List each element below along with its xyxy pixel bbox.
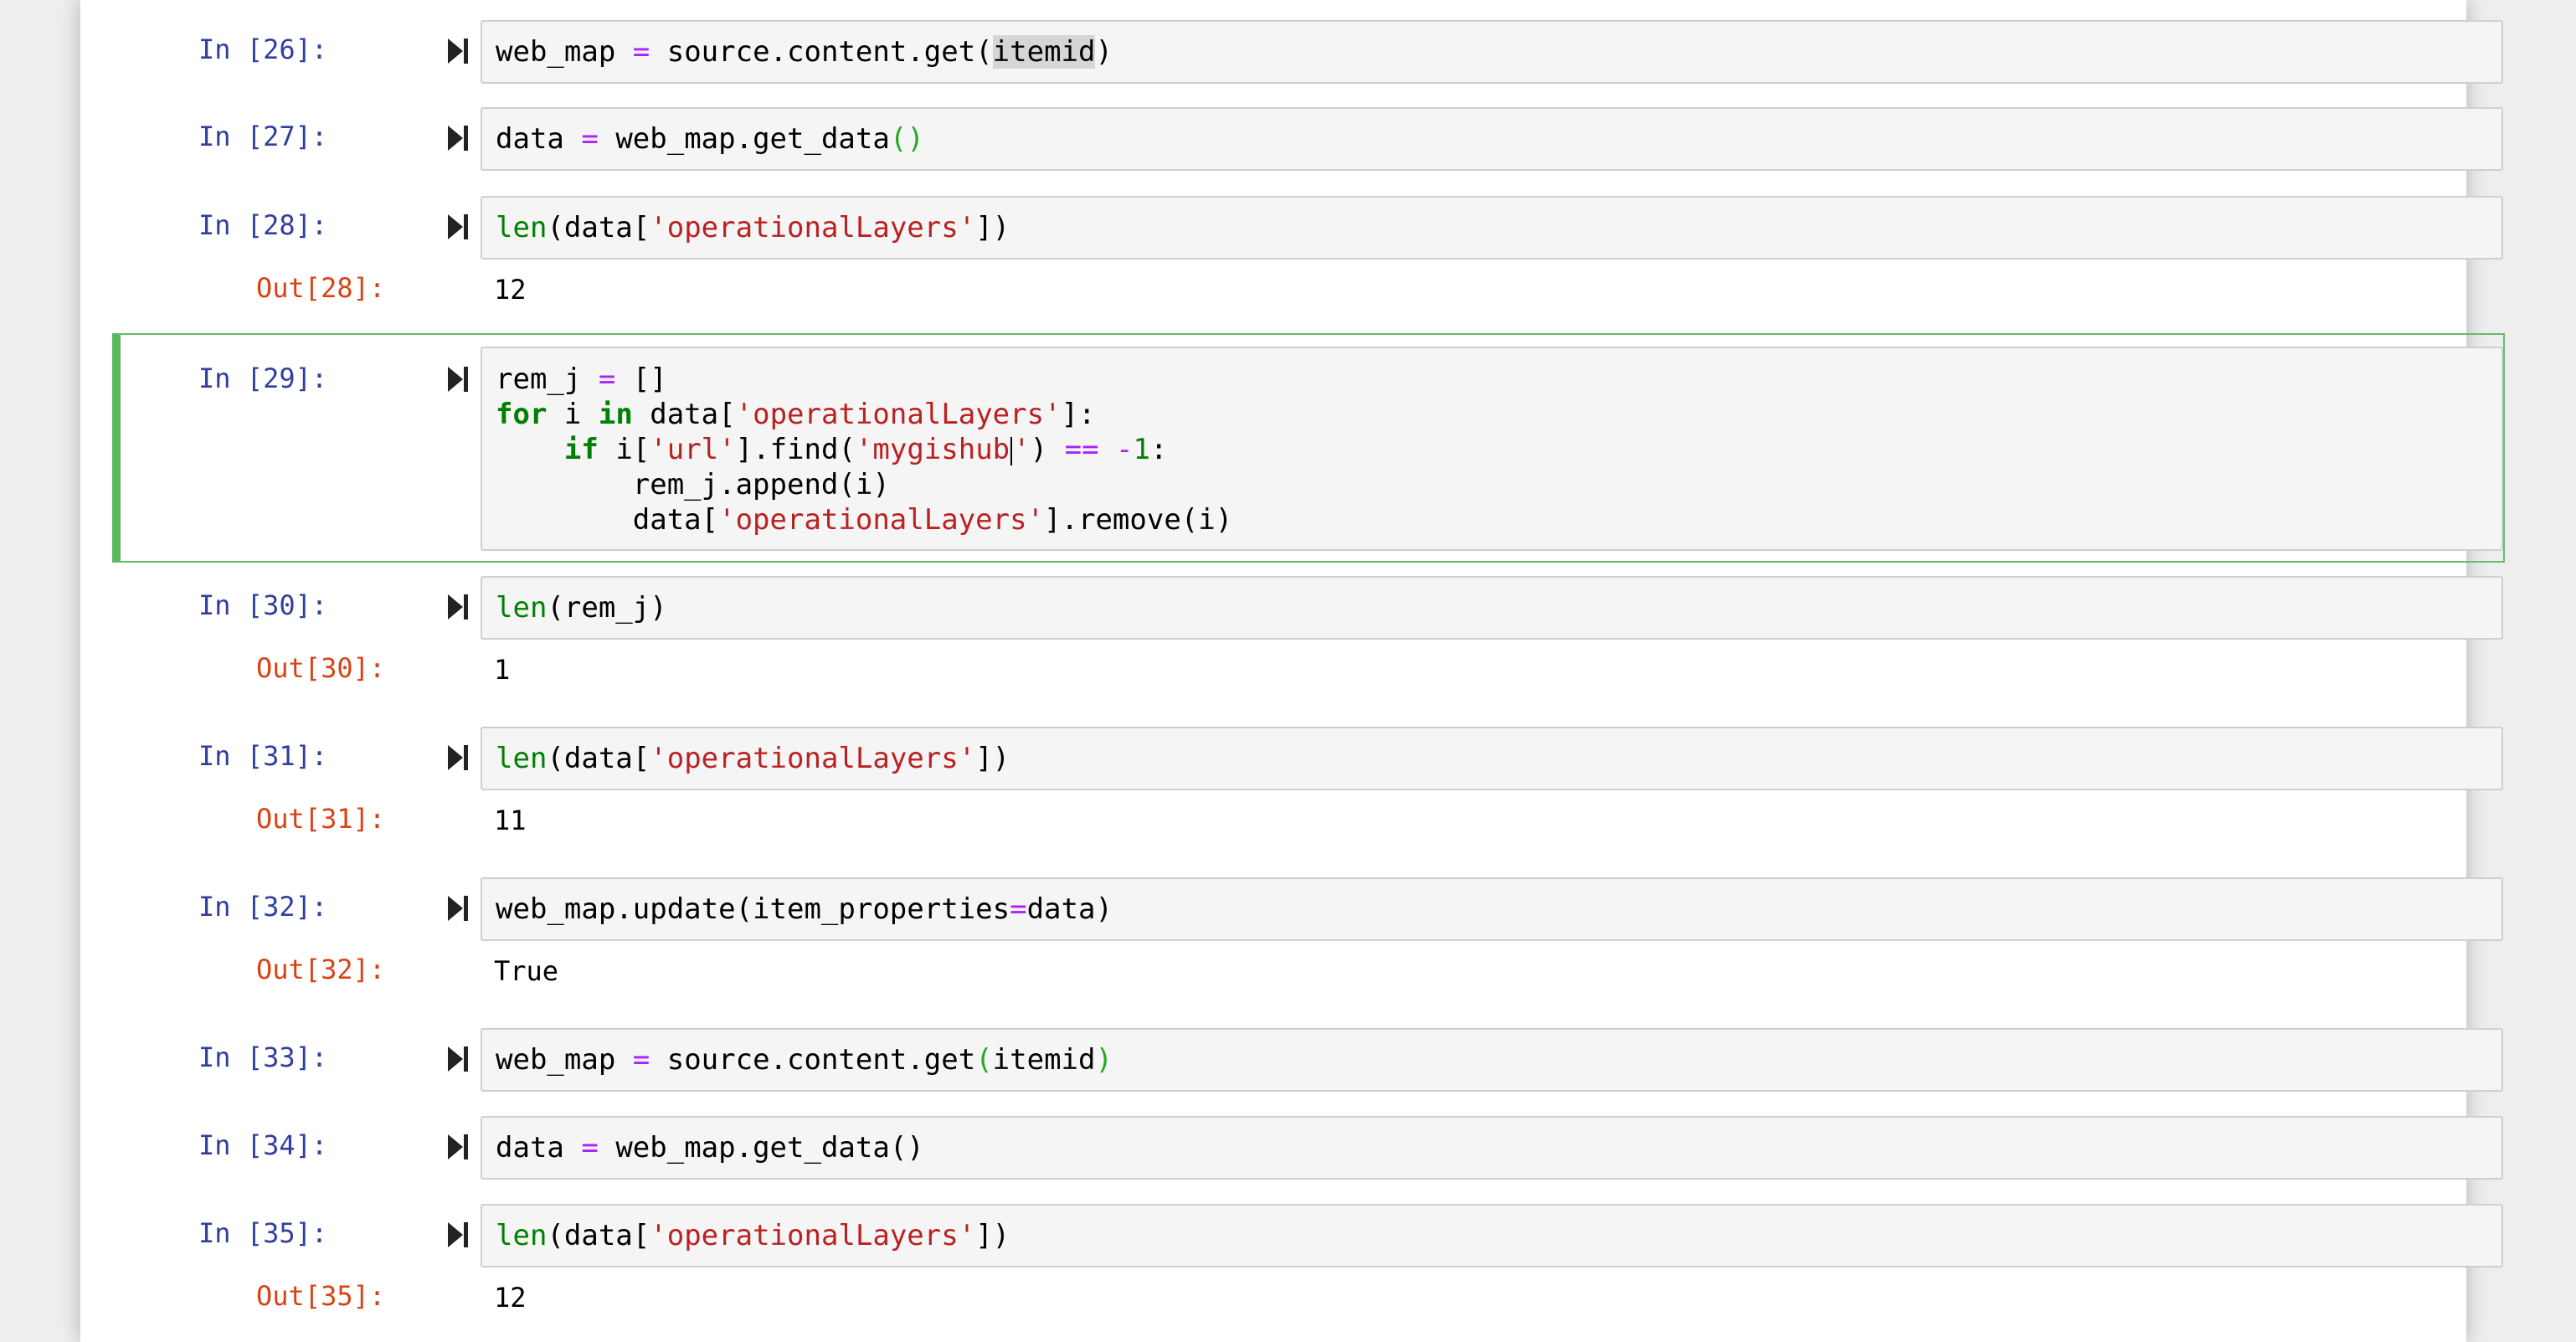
input-prompt: In [29]: [198, 362, 328, 394]
run-cell-icon[interactable] [446, 1133, 470, 1161]
code-input[interactable]: data = web_map.get_data() [481, 1116, 2503, 1180]
input-prompt: In [30]: [198, 589, 328, 621]
cell-output: 11 [494, 805, 527, 836]
code-line: web_map = source.content.get(itemid) [496, 1043, 1113, 1077]
code-line: len(rem_j) [496, 591, 667, 625]
input-prompt: In [31]: [198, 740, 328, 772]
code-cell[interactable]: In [31]: len(data['operationalLayers']) … [80, 727, 2503, 844]
code-cell[interactable]: In [27]: data = web_map.get_data() [80, 107, 2503, 171]
input-prompt: In [26]: [198, 33, 328, 65]
code-cell[interactable]: In [35]: len(data['operationalLayers']) … [80, 1204, 2503, 1321]
code-line: data['operationalLayers'].remove(i) [496, 503, 1233, 537]
cell-output: 1 [494, 654, 511, 686]
code-cell[interactable]: In [30]: len(rem_j) Out[30]: 1 [80, 576, 2503, 693]
code-line: rem_j.append(i) [496, 468, 890, 501]
output-prompt: Out[35]: [256, 1280, 386, 1312]
code-input[interactable]: web_map = source.content.get(itemid) [481, 20, 2503, 84]
output-prompt: Out[31]: [256, 803, 386, 835]
run-cell-icon[interactable] [446, 1221, 470, 1249]
text-cursor [1010, 436, 1013, 465]
code-input[interactable]: data = web_map.get_data() [481, 107, 2503, 171]
code-input[interactable]: len(rem_j) [481, 576, 2503, 640]
cell-output: 12 [494, 274, 527, 306]
code-input[interactable]: rem_j = [] for i in data['operationalLay… [481, 347, 2503, 551]
code-cell[interactable]: In [33]: web_map = source.content.get(it… [80, 1028, 2503, 1092]
code-line: data = web_map.get_data() [496, 122, 924, 156]
code-line: rem_j = [] [496, 362, 667, 396]
code-line: web_map = source.content.get(itemid) [496, 35, 1113, 69]
input-prompt: In [33]: [198, 1041, 328, 1073]
code-line: for i in data['operationalLayers']: [496, 398, 1096, 431]
run-cell-icon[interactable] [446, 743, 470, 772]
input-prompt: In [34]: [198, 1129, 328, 1161]
input-prompt: In [27]: [198, 121, 328, 152]
run-cell-icon[interactable] [446, 124, 470, 152]
run-cell-icon[interactable] [446, 213, 470, 241]
code-cell[interactable]: In [34]: data = web_map.get_data() [80, 1116, 2503, 1180]
output-prompt: Out[30]: [256, 652, 386, 684]
code-line: len(data['operationalLayers']) [496, 211, 1010, 244]
code-input[interactable]: len(data['operationalLayers']) [481, 1204, 2503, 1267]
run-cell-icon[interactable] [446, 365, 470, 393]
run-cell-icon[interactable] [446, 37, 470, 65]
code-line: len(data['operationalLayers']) [496, 742, 1010, 775]
code-cell[interactable]: In [28]: len(data['operationalLayers']) … [80, 196, 2503, 313]
input-prompt: In [28]: [198, 209, 328, 241]
notebook-panel: In [26]: web_map = source.content.get(it… [80, 0, 2505, 1342]
code-input[interactable]: len(data['operationalLayers']) [481, 196, 2503, 260]
output-prompt: Out[28]: [256, 272, 386, 304]
code-cell[interactable]: In [26]: web_map = source.content.get(it… [80, 20, 2503, 84]
cell-output: 12 [494, 1282, 527, 1314]
code-cell-selected[interactable]: In [29]: rem_j = [] for i in data['opera… [80, 333, 2505, 563]
input-prompt: In [35]: [198, 1217, 328, 1249]
code-line: len(data['operationalLayers']) [496, 1219, 1010, 1252]
code-line: web_map.update(item_properties=data) [496, 892, 1113, 926]
code-line: data = web_map.get_data() [496, 1131, 924, 1165]
run-cell-icon[interactable] [446, 593, 470, 621]
cell-output: True [494, 955, 559, 987]
code-cell[interactable]: In [32]: web_map.update(item_properties=… [80, 877, 2503, 995]
code-input[interactable]: len(data['operationalLayers']) [481, 727, 2503, 790]
input-prompt: In [32]: [198, 891, 328, 923]
run-cell-icon[interactable] [446, 894, 470, 923]
code-input[interactable]: web_map = source.content.get(itemid) [481, 1028, 2503, 1092]
code-line: if i['url'].find('mygishub ') == -1: [563, 433, 1168, 466]
code-input[interactable]: web_map.update(item_properties=data) [481, 877, 2503, 941]
run-cell-icon[interactable] [446, 1045, 470, 1073]
output-prompt: Out[32]: [256, 954, 386, 985]
